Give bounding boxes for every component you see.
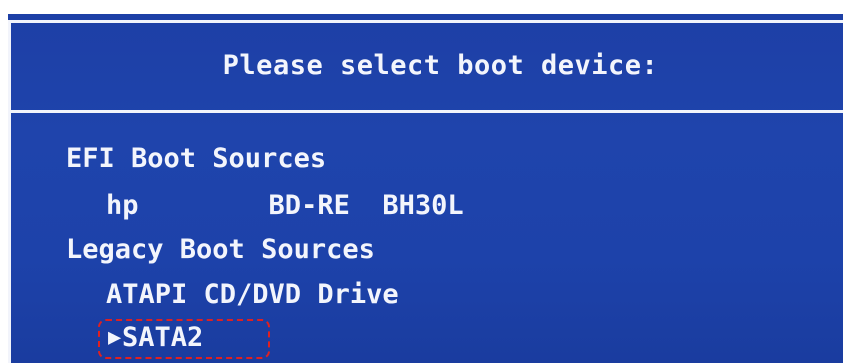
boot-menu-title: Please select boot device: <box>222 50 659 81</box>
frame-top-border <box>8 20 843 23</box>
legacy-boot-sources-heading: Legacy Boot Sources <box>66 234 375 265</box>
screenshot: Please select boot device: EFI Boot Sour… <box>0 0 843 363</box>
selection-arrow-icon: ▶ <box>108 325 122 350</box>
header-divider <box>8 110 843 113</box>
boot-option-atapi-cd-dvd[interactable]: ATAPI CD/DVD Drive <box>106 279 399 311</box>
efi-boot-sources-heading: EFI Boot Sources <box>66 143 327 174</box>
boot-option-hp-bd-re[interactable]: hp BD-RE BH30L <box>106 190 464 222</box>
boot-option-sata2[interactable]: SATA2 <box>122 322 203 354</box>
